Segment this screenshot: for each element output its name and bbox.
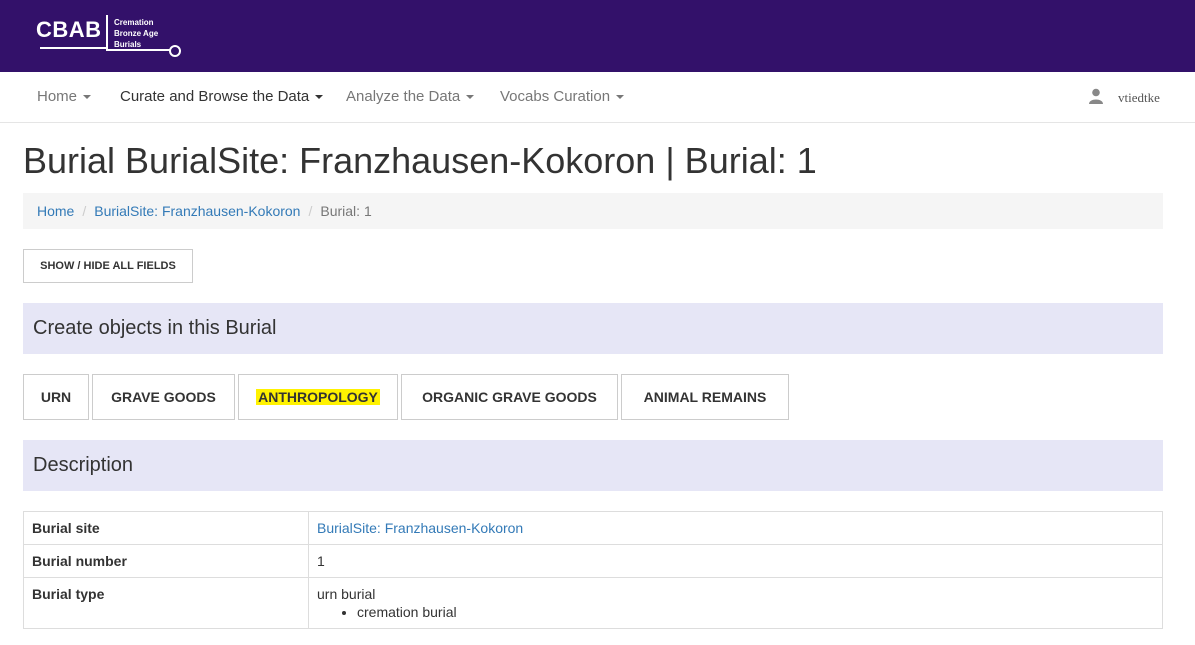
create-grave-goods-button[interactable]: GRAVE GOODS	[92, 374, 235, 420]
logo-sub-line: Burials	[114, 40, 142, 49]
create-anthropology-button[interactable]: ANTHROPOLOGY	[238, 374, 398, 420]
field-label: Burial site	[23, 511, 309, 545]
field-value: BurialSite: Franzhausen-Kokoron	[308, 511, 1163, 545]
breadcrumb-separator: /	[82, 203, 87, 219]
nav-analyze-label: Analyze the Data	[346, 88, 461, 105]
logo-line	[106, 15, 108, 49]
cbab-logo[interactable]: CBAB Cremation Bronze Age Burials	[36, 13, 186, 61]
table-row: Burial type urn burial cremation burial	[23, 577, 1163, 629]
nav-vocabs-curation-label: Vocabs Curation	[500, 88, 611, 105]
list-item: cremation burial	[357, 604, 1154, 620]
create-objects-header: Create objects in this Burial	[23, 303, 1163, 354]
nav-curate-browse-label: Curate and Browse the Data	[120, 88, 310, 105]
breadcrumb: Home / BurialSite: Franzhausen-Kokoron / Bur…	[23, 193, 1163, 229]
breadcrumb-home[interactable]: Home	[37, 203, 74, 219]
main-navbar: Home Curate and Browse the Data Analyze …	[0, 72, 1195, 123]
description-header: Description	[23, 440, 1163, 491]
description-table: Burial site BurialSite: Franzhausen-Koko…	[23, 511, 1163, 629]
table-row: Burial number 1	[23, 544, 1163, 578]
breadcrumb-current: Burial: 1	[320, 203, 372, 219]
field-value: urn burial cremation burial	[308, 577, 1163, 629]
logo-sub-line: Cremation	[114, 18, 154, 27]
page-title: Burial BurialSite: Franzhausen-Kokoron |…	[23, 140, 817, 181]
field-value: 1	[308, 544, 1163, 578]
username-link[interactable]: vtiedtke	[1118, 72, 1160, 122]
logo-line	[40, 47, 106, 49]
logo-subtitle: Cremation Bronze Age Burials	[114, 17, 158, 50]
nav-analyze[interactable]: Analyze the Data	[346, 72, 475, 122]
create-grave-goods-label: GRAVE GOODS	[111, 389, 216, 405]
logo-dot	[169, 45, 181, 57]
logo-text: CBAB	[36, 17, 102, 42]
create-urn-label: URN	[40, 389, 72, 405]
caret-down-icon	[83, 95, 92, 100]
nav-home[interactable]: Home	[37, 72, 92, 122]
create-urn-button[interactable]: URN	[23, 374, 89, 420]
logo-sub-line: Bronze Age	[114, 29, 159, 38]
breadcrumb-site[interactable]: BurialSite: Franzhausen-Kokoron	[94, 203, 300, 219]
brand-header: CBAB Cremation Bronze Age Burials	[0, 0, 1195, 72]
burial-type-sublist: cremation burial	[317, 604, 1154, 620]
nav-curate-browse[interactable]: Curate and Browse the Data	[120, 72, 324, 122]
field-label: Burial number	[23, 544, 309, 578]
user-icon[interactable]	[1088, 88, 1104, 104]
burial-type-value: urn burial	[317, 586, 376, 602]
create-animal-remains-label: ANIMAL REMAINS	[643, 389, 767, 405]
burial-site-link[interactable]: BurialSite: Franzhausen-Kokoron	[317, 520, 523, 536]
field-label: Burial type	[23, 577, 309, 629]
breadcrumb-separator: /	[308, 203, 313, 219]
caret-down-icon	[466, 95, 475, 100]
nav-vocabs-curation[interactable]: Vocabs Curation	[500, 72, 625, 122]
table-row: Burial site BurialSite: Franzhausen-Koko…	[23, 511, 1163, 545]
show-hide-fields-button[interactable]: SHOW / HIDE ALL FIELDS	[23, 249, 193, 283]
create-anthropology-label: ANTHROPOLOGY	[256, 389, 380, 405]
caret-down-icon	[315, 95, 324, 100]
create-organic-grave-goods-button[interactable]: ORGANIC GRAVE GOODS	[401, 374, 618, 420]
nav-home-label: Home	[37, 88, 78, 105]
caret-down-icon	[616, 95, 625, 100]
create-organic-grave-goods-label: ORGANIC GRAVE GOODS	[422, 389, 597, 405]
create-animal-remains-button[interactable]: ANIMAL REMAINS	[621, 374, 789, 420]
